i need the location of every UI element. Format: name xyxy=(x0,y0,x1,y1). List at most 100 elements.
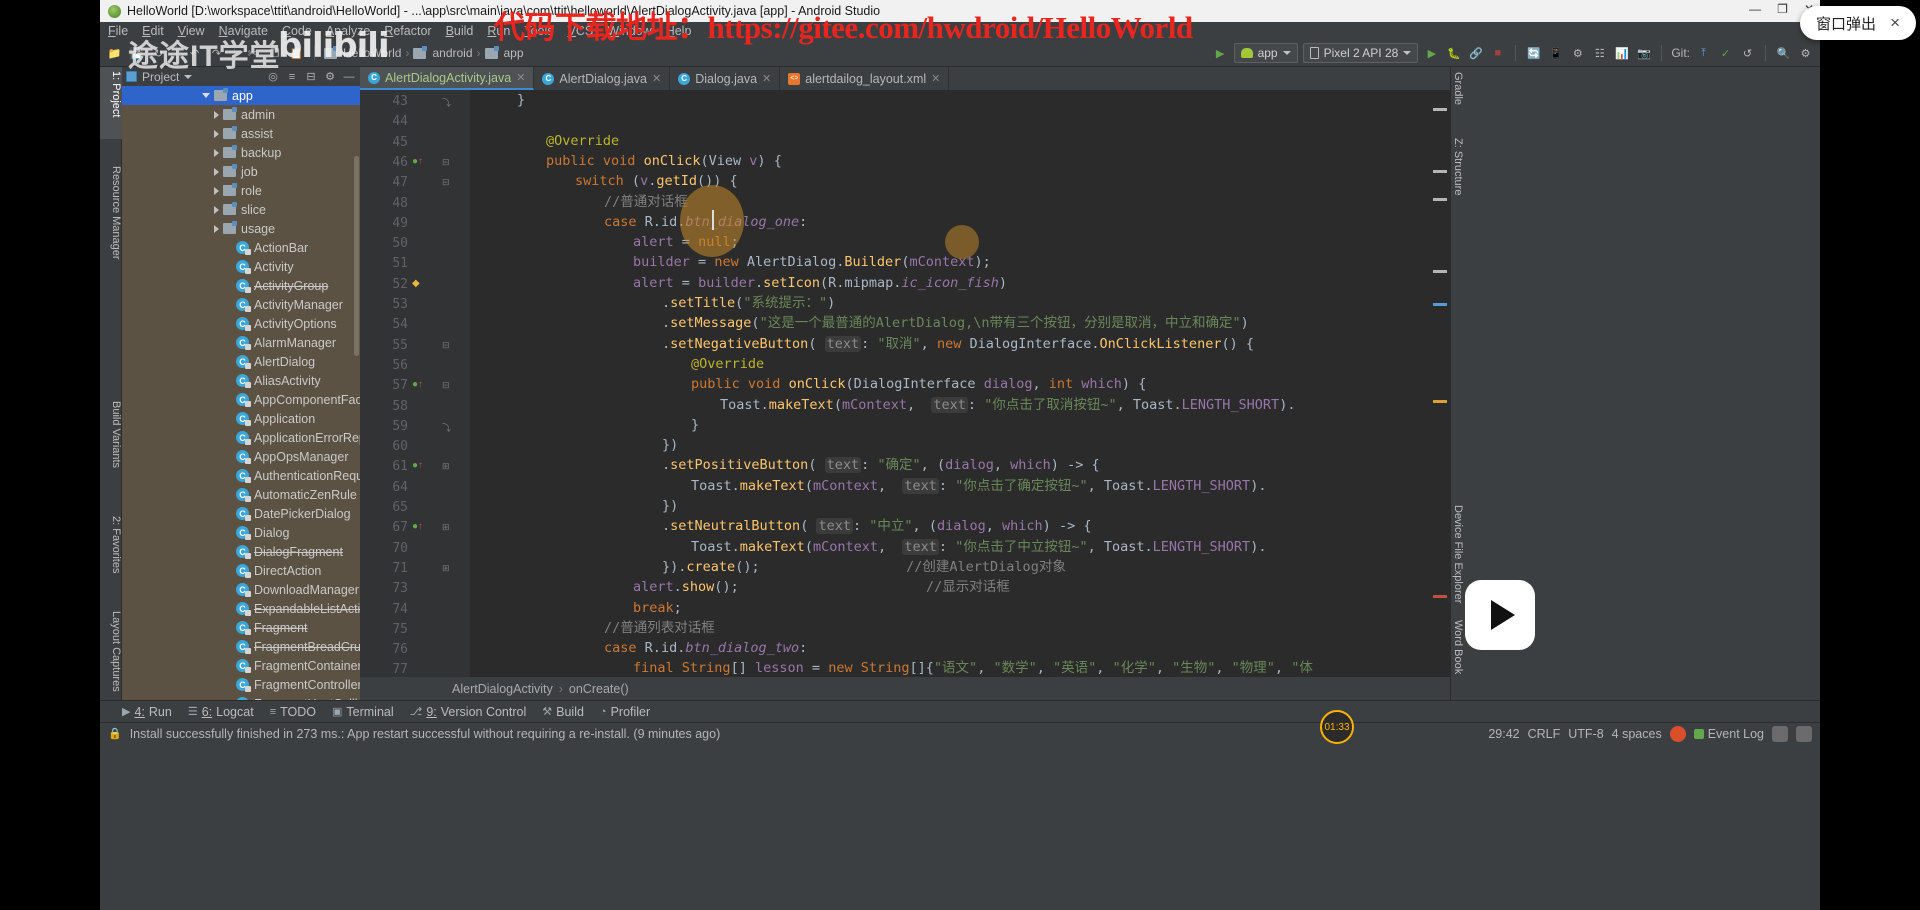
event-log-button[interactable]: Event Log xyxy=(1693,727,1764,741)
code-line[interactable]: builder = new AlertDialog.Builder(mConte… xyxy=(633,252,991,272)
layout-inspector-icon[interactable]: ☷ xyxy=(1591,45,1608,62)
code-line[interactable]: }) xyxy=(662,496,678,516)
sidebar-tab-build-variants[interactable]: Build Variants xyxy=(100,397,122,497)
override-marker-icon[interactable]: ●↑ xyxy=(412,379,423,390)
tree-node[interactable]: C Application xyxy=(122,409,360,428)
project-tree-scrollbar[interactable] xyxy=(354,156,359,356)
stop-icon[interactable]: ■ xyxy=(1489,45,1506,62)
debug-button[interactable]: 🐛 xyxy=(1445,45,1462,62)
editor-tab-alertdialog-java[interactable]: C AlertDialog.java ✕ xyxy=(534,67,671,90)
override-marker-icon[interactable]: ●↑ xyxy=(412,460,423,471)
run-arrow-icon[interactable]: ▶ xyxy=(1212,45,1229,62)
tree-node[interactable]: C Dialog xyxy=(122,523,360,542)
chevron-down-icon[interactable] xyxy=(202,93,210,98)
tree-node[interactable]: C Fragment xyxy=(122,618,360,637)
file-encoding[interactable]: UTF-8 xyxy=(1568,727,1603,741)
sdk-manager-icon[interactable]: ⚙ xyxy=(1569,45,1586,62)
tree-node[interactable]: C AutomaticZenRule xyxy=(122,485,360,504)
sidebar-tab-word-book[interactable]: Word Book xyxy=(1452,620,1464,674)
open-project-icon[interactable]: 📁 xyxy=(106,45,123,62)
code-line[interactable]: alert.show(); //显示对话框 xyxy=(633,577,1010,597)
code-fold-icon[interactable]: ⊞ xyxy=(442,461,450,472)
code-line[interactable]: } xyxy=(517,90,525,110)
layout-toggle-icon[interactable] xyxy=(1796,725,1812,742)
menu-item-build[interactable]: Build xyxy=(446,24,474,38)
hide-panel-icon[interactable]: — xyxy=(342,70,356,84)
avd-manager-icon[interactable]: 📱 xyxy=(1547,45,1564,62)
run-button[interactable]: ▶ xyxy=(1423,45,1440,62)
tree-node[interactable]: C AlarmManager xyxy=(122,333,360,352)
device-monitor-icon[interactable]: 📷 xyxy=(1635,45,1652,62)
editor-code-area[interactable]: } @Override public void onClick(View v) {s… xyxy=(470,90,1450,677)
editor-tab-dialog-java[interactable]: C Dialog.java ✕ xyxy=(670,67,781,90)
tree-node[interactable]: CExpandableListActivity xyxy=(122,599,360,618)
bookmark-icon[interactable]: ◆ xyxy=(412,278,420,289)
tree-node[interactable]: C DialogFragment xyxy=(122,542,360,561)
tree-node[interactable]: role xyxy=(122,181,360,200)
project-settings-icon[interactable]: ⚙ xyxy=(323,70,337,84)
search-icon[interactable]: 🔍 xyxy=(1775,45,1792,62)
editor-tab-alertdialogactivity-java[interactable]: C AlertDialogActivity.java ✕ xyxy=(360,67,535,90)
vcs-history-icon[interactable]: ↺ xyxy=(1739,45,1756,62)
sogou-ime-icon[interactable] xyxy=(1669,725,1686,742)
chevron-right-icon[interactable] xyxy=(214,110,219,119)
code-fold-icon[interactable]: ⊟ xyxy=(442,177,450,188)
tree-node[interactable]: C AliasActivity xyxy=(122,371,360,390)
editor-gutter[interactable]: 43 ⤵ 44 45 46 ●↑ ⊟ 47 ⊟ 48 49 50 51 52 ◆ 53 54 55 ⊟ 56 57 ●↑ ⊟… xyxy=(360,90,470,677)
tree-node[interactable]: CAuthenticationRequiredException xyxy=(122,466,360,485)
tree-node[interactable]: C DirectAction xyxy=(122,561,360,580)
bottom-tab-logcat[interactable]: ☰ 6: Logcat xyxy=(188,705,254,719)
chevron-right-icon[interactable] xyxy=(214,224,219,233)
code-fold-icon[interactable]: ⤵ xyxy=(442,421,451,434)
breadcrumb-item-app[interactable]: app xyxy=(504,46,524,60)
code-fold-icon[interactable]: ⊞ xyxy=(442,563,450,574)
code-line[interactable]: }) xyxy=(662,435,678,455)
editor-breadcrumb-item[interactable]: AlertDialogActivity xyxy=(452,682,553,696)
tree-node[interactable]: C DatePickerDialog xyxy=(122,504,360,523)
tree-node[interactable]: job xyxy=(122,162,360,181)
sidebar-tab-favorites[interactable]: 2: Favorites xyxy=(100,512,122,600)
close-tab-icon[interactable]: ✕ xyxy=(516,71,525,84)
settings-gear-icon[interactable]: ⚙ xyxy=(1797,45,1814,62)
close-tab-icon[interactable]: ✕ xyxy=(652,72,661,85)
vcs-update-icon[interactable]: ⤒ xyxy=(1695,45,1712,62)
tree-node[interactable]: usage xyxy=(122,219,360,238)
sync-gradle-icon[interactable]: 🔄 xyxy=(1525,45,1542,62)
editor-breadcrumb-item[interactable]: onCreate() xyxy=(569,682,629,696)
editor-tab-alertdailog_layout-xml[interactable]: <> alertdailog_layout.xml ✕ xyxy=(780,67,950,90)
code-line[interactable]: .setPositiveButton( text: "确定", (dialog,… xyxy=(662,455,1100,475)
code-fold-icon[interactable]: ⤵ xyxy=(442,96,451,109)
chevron-down-icon[interactable] xyxy=(184,74,193,79)
menu-item-refactor[interactable]: Refactor xyxy=(384,24,431,38)
tree-node[interactable]: CAppComponentFactory xyxy=(122,390,360,409)
code-line[interactable]: .setNegativeButton( text: "取消", new Dial… xyxy=(662,334,1254,354)
vcs-commit-icon[interactable]: ✓ xyxy=(1717,45,1734,62)
code-line[interactable]: //普通列表对话框 xyxy=(604,618,715,638)
code-line[interactable]: .setMessage("这是一个最普通的AlertDialog,\n带有三个按… xyxy=(662,313,1249,333)
code-line[interactable]: case R.id.btn_dialog_two: xyxy=(604,638,807,658)
tree-node[interactable]: C ActionBar xyxy=(122,238,360,257)
expand-all-icon[interactable]: ≡ xyxy=(285,70,299,84)
minimize-button[interactable]: — xyxy=(1749,2,1761,16)
project-tree[interactable]: app admin assist backup job role slice usage C Ac… xyxy=(122,86,360,700)
chevron-right-icon[interactable] xyxy=(214,148,219,157)
override-marker-icon[interactable]: ●↑ xyxy=(412,521,423,532)
chevron-right-icon[interactable] xyxy=(214,186,219,195)
run-configuration-selector[interactable]: app xyxy=(1233,43,1298,63)
chevron-right-icon[interactable] xyxy=(214,205,219,214)
memory-indicator-icon[interactable] xyxy=(1772,725,1788,742)
chevron-right-icon[interactable] xyxy=(214,129,219,138)
tree-node[interactable]: C AppOpsManager xyxy=(122,447,360,466)
bottom-tab-terminal[interactable]: ▣ Terminal xyxy=(332,705,394,719)
tree-node[interactable]: assist xyxy=(122,124,360,143)
code-line[interactable]: break; xyxy=(633,598,682,618)
tree-node[interactable]: app xyxy=(122,86,360,105)
profiler-icon[interactable]: 📊 xyxy=(1613,45,1630,62)
chevron-right-icon[interactable] xyxy=(214,167,219,176)
tree-node[interactable]: CApplicationErrorReport xyxy=(122,428,360,447)
tree-node[interactable]: C FragmentContainer xyxy=(122,656,360,675)
tree-node[interactable]: C AlertDialog xyxy=(122,352,360,371)
bottom-tab-run[interactable]: ▶ 4: Run xyxy=(122,705,172,719)
device-selector[interactable]: Pixel 2 API 28 xyxy=(1302,43,1419,63)
override-marker-icon[interactable]: ●↑ xyxy=(412,156,423,167)
